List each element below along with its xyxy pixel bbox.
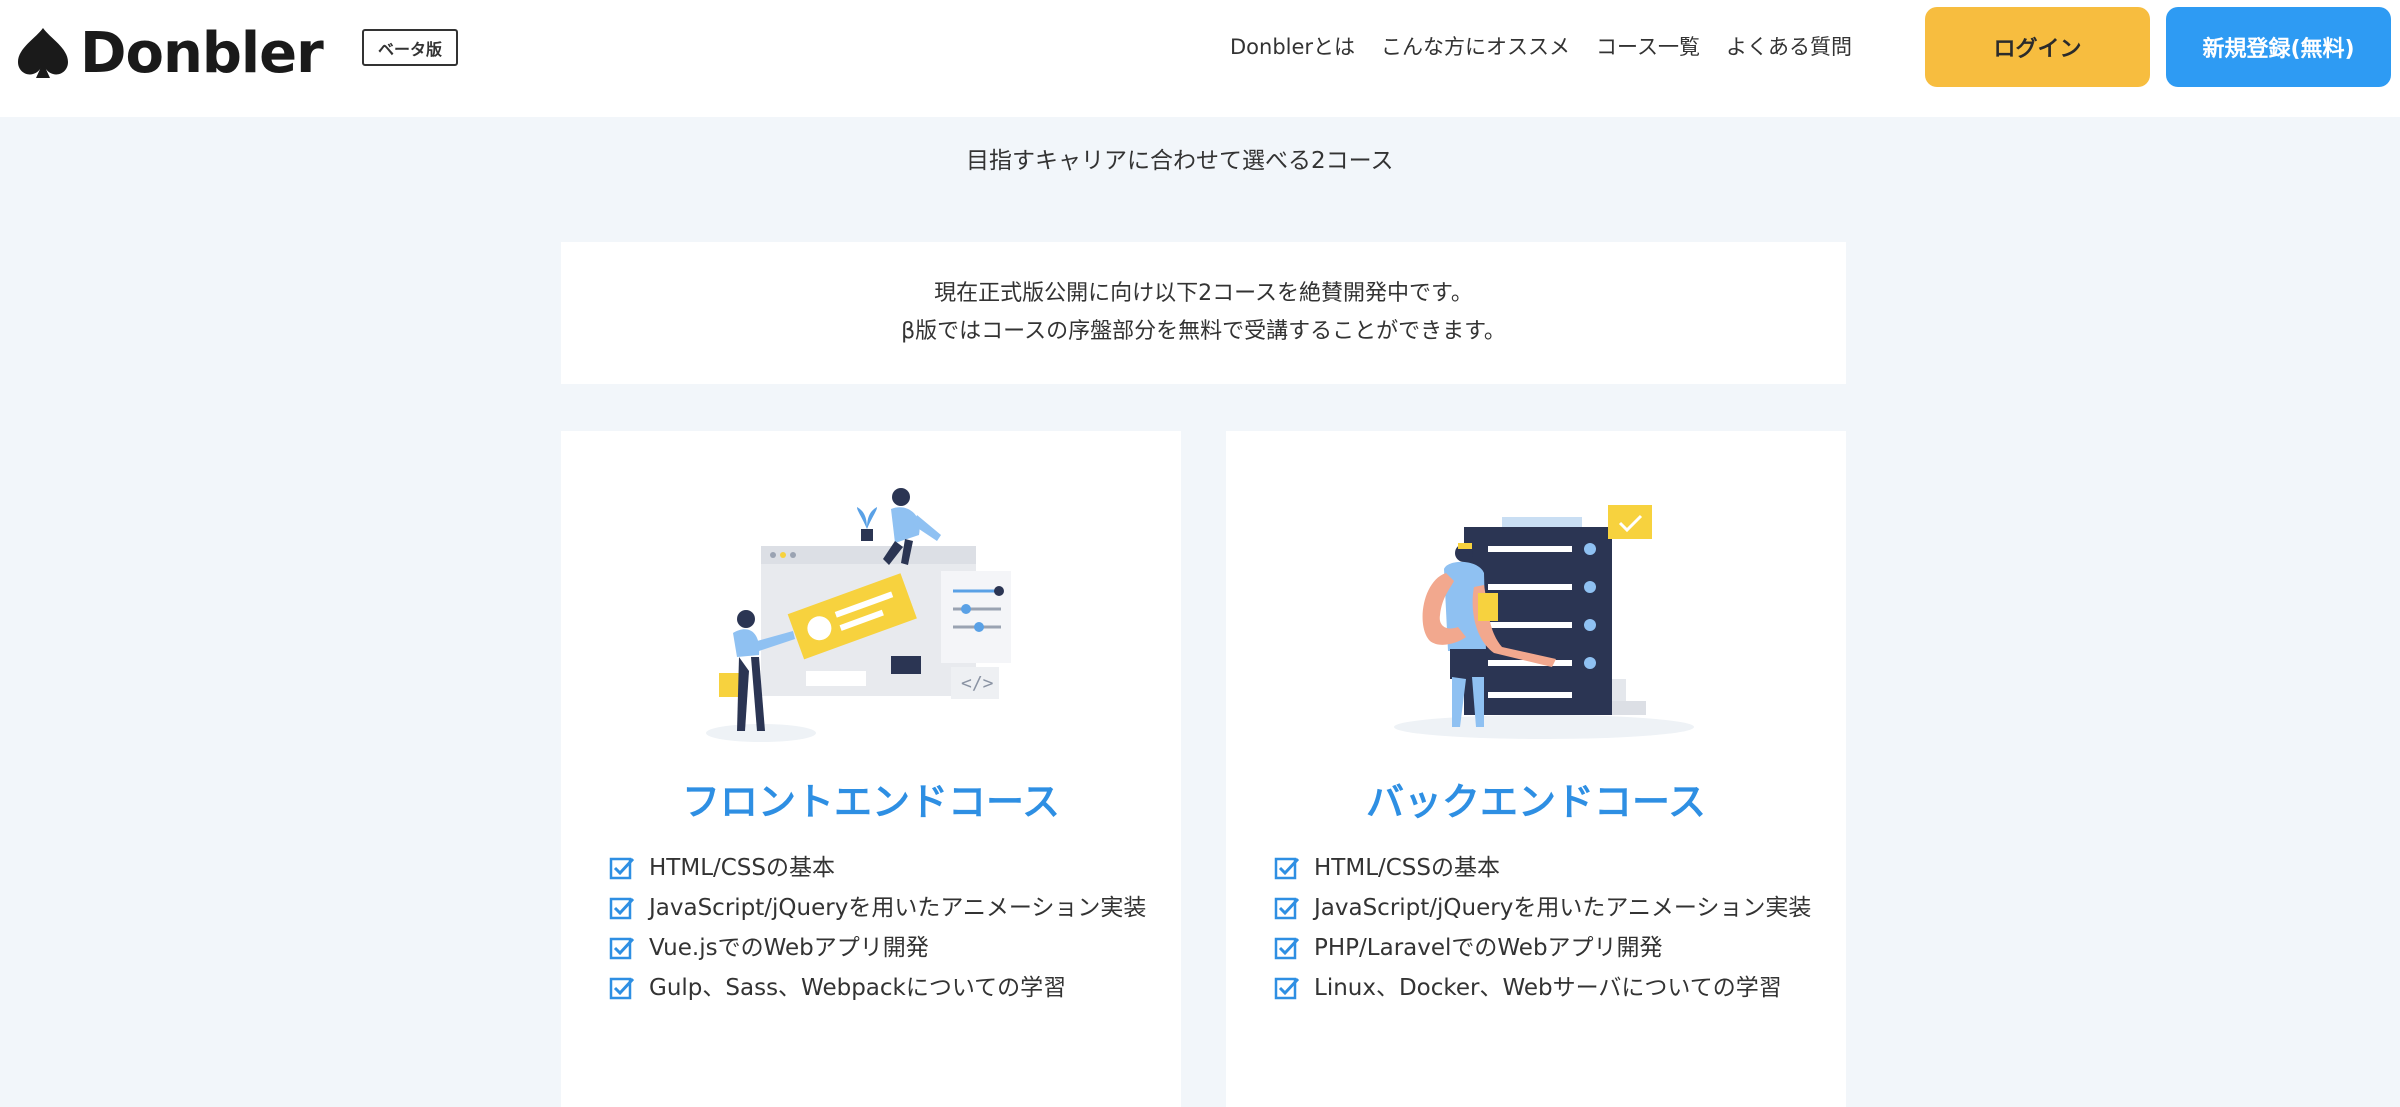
checkbox-checked-icon	[609, 857, 635, 880]
course-title: フロントエンドコース	[681, 780, 1061, 824]
feature-text: HTML/CSSの基本	[649, 855, 836, 881]
nav-faq[interactable]: よくある質問	[1726, 31, 1852, 61]
feature-text: Linux、Docker、Webサーバについての学習	[1314, 975, 1782, 1001]
checkbox-checked-icon	[609, 977, 635, 1000]
notice-line-2: β版ではコースの序盤部分を無料で受講することができます。	[901, 319, 1506, 344]
beta-badge: ベータ版	[362, 29, 458, 66]
main-nav: Donblerとは こんな方にオススメ コース一覧 よくある質問	[1230, 0, 1878, 92]
site-header: Donbler ベータ版 Donblerとは こんな方にオススメ コース一覧 よ…	[0, 0, 2400, 117]
backend-illustration	[1394, 505, 1694, 739]
nav-about[interactable]: Donblerとは	[1230, 31, 1355, 61]
course-card-backend[interactable]: バックエンドコース HTML/CSSの基本 JavaScript/jQueryを…	[1226, 431, 1846, 1107]
checkbox-checked-icon	[609, 937, 635, 960]
feature-text: PHP/LaravelでのWebアプリ開発	[1314, 935, 1663, 961]
signup-button[interactable]: 新規登録(無料)	[2166, 7, 2391, 87]
list-item: JavaScript/jQueryを用いたアニメーション実装	[1274, 889, 1814, 927]
list-item: HTML/CSSの基本	[609, 849, 1149, 887]
list-item: Linux、Docker、Webサーバについての学習	[1274, 969, 1814, 1007]
feature-text: HTML/CSSの基本	[1314, 855, 1501, 881]
svg-text:</>: </>	[961, 673, 994, 694]
login-button[interactable]: ログイン	[1925, 7, 2150, 87]
course-card-frontend[interactable]: </> フロントエンドコース HTML/CSSの基本 JavaScript/jQ…	[561, 431, 1181, 1107]
notice-box: 現在正式版公開に向け以下2コースを絶賛開発中です。 β版ではコースの序盤部分を無…	[561, 242, 1846, 384]
frontend-illustration: </>	[706, 488, 1011, 742]
brand-name: Donbler	[80, 20, 324, 86]
list-item: PHP/LaravelでのWebアプリ開発	[1274, 929, 1814, 967]
nav-courses[interactable]: コース一覧	[1596, 31, 1700, 61]
brand-logo[interactable]: Donbler	[14, 18, 324, 88]
checkbox-checked-icon	[1274, 937, 1300, 960]
feature-list: HTML/CSSの基本 JavaScript/jQueryを用いたアニメーション…	[609, 849, 1149, 1009]
notice-line-1: 現在正式版公開に向け以下2コースを絶賛開発中です。	[934, 281, 1473, 306]
checkbox-checked-icon	[1274, 857, 1300, 880]
feature-text: JavaScript/jQueryを用いたアニメーション実装	[1314, 895, 1812, 921]
feature-list: HTML/CSSの基本 JavaScript/jQueryを用いたアニメーション…	[1274, 849, 1814, 1009]
feature-text: JavaScript/jQueryを用いたアニメーション実装	[649, 895, 1147, 921]
nav-recommended[interactable]: こんな方にオススメ	[1381, 31, 1570, 61]
course-title: バックエンドコース	[1365, 780, 1707, 824]
checkbox-checked-icon	[609, 897, 635, 920]
list-item: Gulp、Sass、Webpackについての学習	[609, 969, 1149, 1007]
list-item: HTML/CSSの基本	[1274, 849, 1814, 887]
list-item: Vue.jsでのWebアプリ開発	[609, 929, 1149, 967]
checkbox-checked-icon	[1274, 897, 1300, 920]
feature-text: Vue.jsでのWebアプリ開発	[649, 935, 929, 961]
checkbox-checked-icon	[1274, 977, 1300, 1000]
list-item: JavaScript/jQueryを用いたアニメーション実装	[609, 889, 1149, 927]
spade-icon	[18, 28, 68, 78]
section-subtitle: 目指すキャリアに合わせて選べる2コース	[966, 148, 1394, 174]
feature-text: Gulp、Sass、Webpackについての学習	[649, 975, 1067, 1001]
